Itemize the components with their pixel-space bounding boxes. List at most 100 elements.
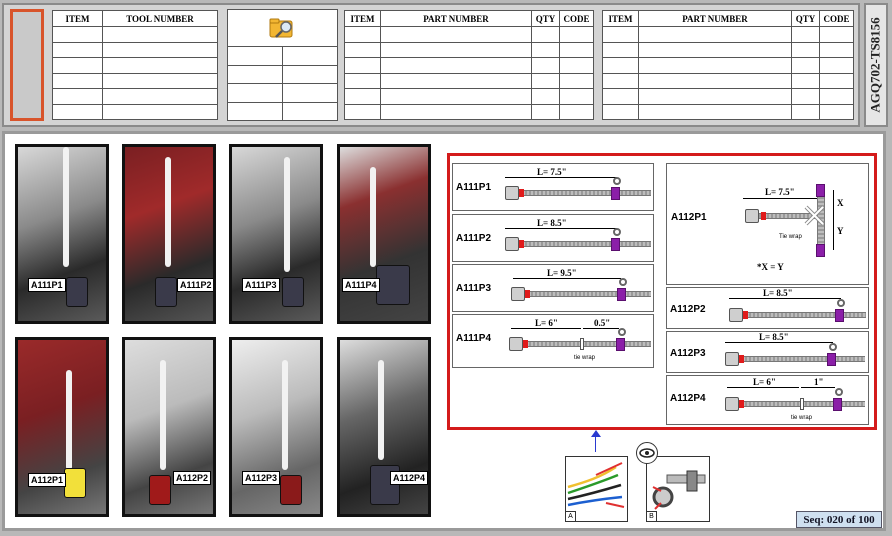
table-cell[interactable]: [344, 26, 381, 43]
table-cell[interactable]: [638, 72, 792, 89]
photo-label: A112P2: [173, 471, 212, 485]
table-cell[interactable]: [102, 103, 218, 120]
y-label: Y: [837, 226, 844, 236]
table-cell[interactable]: [559, 72, 594, 89]
table-cell[interactable]: [380, 72, 532, 89]
tie-wrap-note: Tie wrap: [779, 234, 802, 240]
table-cell[interactable]: [791, 72, 820, 89]
photo-a112p2[interactable]: A112P2: [122, 337, 216, 517]
photo-a111p3[interactable]: A111P3: [229, 144, 323, 324]
thumbnail-a[interactable]: A: [565, 456, 628, 522]
table-cell[interactable]: [102, 57, 218, 74]
diagram-a112p2: A112P2 L= 8.5": [666, 287, 869, 329]
table-cell[interactable]: [791, 26, 820, 43]
table-cell[interactable]: [102, 41, 218, 58]
table-cell[interactable]: [559, 41, 594, 58]
table-cell[interactable]: [380, 41, 532, 58]
table-cell[interactable]: [531, 41, 560, 58]
table-cell[interactable]: [791, 41, 820, 58]
diagram-name: A112P3: [670, 348, 706, 359]
grid-cell: [228, 84, 283, 103]
table-cell[interactable]: [102, 88, 218, 105]
table-cell[interactable]: [531, 103, 560, 120]
photo-label: A112P4: [390, 471, 428, 485]
photo-a111p4[interactable]: A111P4: [337, 144, 431, 324]
table-cell[interactable]: [344, 88, 381, 105]
table-cell[interactable]: [819, 57, 854, 74]
table-cell[interactable]: [52, 72, 103, 89]
table-cell[interactable]: [380, 57, 532, 74]
table-cell[interactable]: [819, 26, 854, 43]
table-cell[interactable]: [52, 26, 103, 43]
diagram-name: A112P1: [671, 212, 707, 223]
table-cell[interactable]: [531, 72, 560, 89]
table-cell[interactable]: [602, 88, 639, 105]
table-cell[interactable]: [602, 26, 639, 43]
table-cell[interactable]: [638, 88, 792, 105]
equation-label: *X = Y: [757, 262, 784, 272]
table-cell[interactable]: [819, 103, 854, 120]
table-cell[interactable]: [638, 26, 792, 43]
table-cell[interactable]: [531, 88, 560, 105]
table-cell[interactable]: [52, 57, 103, 74]
table-cell[interactable]: [602, 57, 639, 74]
table-cell[interactable]: [559, 88, 594, 105]
photo-a111p1[interactable]: A111P1: [15, 144, 109, 324]
table-cell[interactable]: [52, 103, 103, 120]
x-label: X: [837, 198, 844, 208]
part-table-header-part-number: PART NUMBER: [380, 10, 532, 27]
part-table-header-code: CODE: [819, 10, 854, 27]
table-cell[interactable]: [52, 41, 103, 58]
part-table-header-item: ITEM: [344, 10, 381, 27]
table-cell[interactable]: [102, 26, 218, 43]
thumbnail-tag: A: [566, 511, 576, 521]
photo-a112p4[interactable]: A112P4: [337, 337, 431, 517]
length-label: L= 7.5": [765, 187, 795, 197]
table-cell[interactable]: [380, 103, 532, 120]
table-cell[interactable]: [791, 88, 820, 105]
diagram-a111p1: A111P1 L= 7.5": [452, 163, 654, 211]
table-cell[interactable]: [791, 103, 820, 120]
diagram-a112p3: A112P3 L= 8.5": [666, 331, 869, 373]
photo-a111p2[interactable]: A111P2: [122, 144, 216, 324]
part-table-header-part-number: PART NUMBER: [638, 10, 792, 27]
table-cell[interactable]: [344, 41, 381, 58]
table-cell[interactable]: [559, 103, 594, 120]
table-cell[interactable]: [638, 41, 792, 58]
grid-cell: [282, 47, 337, 66]
table-cell[interactable]: [819, 41, 854, 58]
table-cell[interactable]: [559, 26, 594, 43]
grid-cell: [228, 65, 283, 84]
table-cell[interactable]: [531, 57, 560, 74]
diagram-name: A112P2: [670, 304, 706, 315]
table-cell[interactable]: [380, 26, 532, 43]
tie-wrap-cross-icon: [804, 205, 825, 226]
table-cell[interactable]: [602, 103, 639, 120]
table-cell[interactable]: [559, 57, 594, 74]
diagram-name: A111P3: [456, 283, 492, 294]
table-cell[interactable]: [638, 57, 792, 74]
table-cell[interactable]: [102, 72, 218, 89]
photo-a112p1[interactable]: A112P1: [15, 337, 109, 517]
table-cell[interactable]: [344, 103, 381, 120]
offset-label: 0.5": [594, 318, 611, 328]
table-cell[interactable]: [344, 57, 381, 74]
table-cell[interactable]: [638, 103, 792, 120]
diagram-a111p4: A111P4 L= 6" 0.5" tie wrap: [452, 314, 654, 368]
table-cell[interactable]: [344, 72, 381, 89]
part-table-header-item: ITEM: [602, 10, 639, 27]
grid-cell: [282, 84, 337, 103]
table-cell[interactable]: [380, 88, 532, 105]
table-cell[interactable]: [602, 41, 639, 58]
thumbnail-b[interactable]: B: [646, 456, 710, 522]
photo-a112p3[interactable]: A112P3: [229, 337, 323, 517]
photo-label: A111P1: [28, 278, 66, 292]
table-cell[interactable]: [602, 72, 639, 89]
table-cell[interactable]: [819, 88, 854, 105]
table-cell[interactable]: [819, 72, 854, 89]
magnifier-folder-icon[interactable]: [269, 16, 297, 40]
table-cell[interactable]: [791, 57, 820, 74]
tool-table-header-item: ITEM: [52, 10, 103, 27]
table-cell[interactable]: [531, 26, 560, 43]
table-cell[interactable]: [52, 88, 103, 105]
